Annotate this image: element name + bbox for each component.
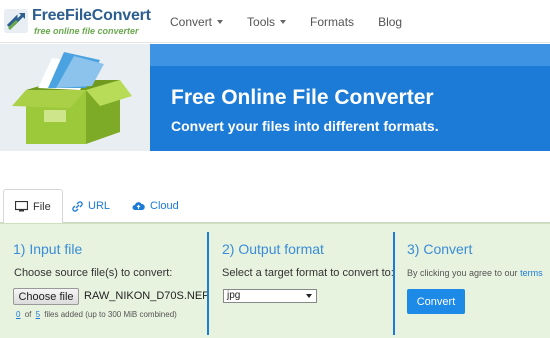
brand-name: FreeFileConvert	[32, 7, 151, 24]
tab-file[interactable]: File	[3, 189, 63, 224]
choose-file-button[interactable]: Choose file	[13, 288, 79, 305]
hero-band	[140, 44, 550, 66]
hero-subtitle: Convert your files into different format…	[171, 118, 439, 134]
link-icon	[72, 200, 83, 212]
nav-tools[interactable]: Tools	[247, 14, 287, 29]
nav-convert-label: Convert	[170, 14, 213, 29]
step-convert: 3) Convert By clicking you agree to our …	[393, 232, 550, 335]
agree-text: By clicking you agree to our	[407, 268, 518, 278]
logo-arrows-icon	[4, 9, 28, 33]
nav-tools-label: Tools	[247, 14, 276, 29]
step1-instruction: Choose source file(s) to convert:	[14, 267, 173, 279]
step-input-file: 1) Input file Choose source file(s) to c…	[0, 224, 209, 338]
convert-panel: 1) Input file Choose source file(s) to c…	[0, 223, 550, 338]
files-added-counter: 0 of 5 files added (up to 300 MiB combin…	[14, 310, 177, 319]
selected-format: jpg	[227, 290, 241, 301]
nav-formats-label: Formats	[310, 14, 355, 29]
caret-down-icon	[217, 19, 224, 24]
terms-agreement: By clicking you agree to our terms	[407, 268, 543, 278]
nav-blog-label: Blog	[378, 14, 403, 29]
file-box-illustration	[12, 52, 132, 144]
step3-title: 3) Convert	[407, 241, 473, 257]
hero-title: Free Online File Converter	[171, 86, 434, 109]
terms-link[interactable]: terms	[520, 268, 543, 278]
nav-blog[interactable]: Blog	[378, 15, 402, 29]
step-output-format: 2) Output format Select a target format …	[207, 232, 394, 335]
tab-url-label: URL	[88, 200, 111, 212]
tab-url[interactable]: URL	[72, 189, 110, 223]
brand-tagline: free online file converter	[34, 26, 139, 36]
site-logo[interactable]: FreeFileConvert free online file convert…	[3, 4, 151, 38]
files-max-count: 5	[35, 310, 41, 319]
output-format-select[interactable]: jpg	[223, 289, 317, 303]
of-text: of	[24, 310, 32, 319]
tab-file-label: File	[33, 200, 51, 213]
monitor-icon	[15, 201, 28, 212]
tab-cloud[interactable]: Cloud	[132, 189, 179, 223]
tab-cloud-label: Cloud	[150, 200, 179, 212]
convert-button[interactable]: Convert	[407, 289, 465, 314]
select-arrow-icon	[306, 294, 312, 298]
source-tabs: File URL Cloud	[0, 189, 550, 224]
nav-formats[interactable]: Formats	[310, 15, 354, 29]
step2-title: 2) Output format	[222, 241, 324, 257]
cloud-upload-icon	[132, 201, 145, 210]
files-added-text: files added (up to 300 MiB combined)	[44, 310, 177, 319]
caret-down-icon	[280, 19, 287, 24]
files-added-count: 0	[16, 310, 21, 319]
hero-banner: Free Online File Converter Convert your …	[0, 44, 550, 151]
step2-instruction: Select a target format to convert to:	[222, 267, 394, 279]
top-navbar: FreeFileConvert free online file convert…	[0, 0, 550, 43]
selected-filename: RAW_NIKON_D70S.NEF	[84, 290, 209, 302]
nav-convert[interactable]: Convert	[170, 14, 224, 29]
main-nav: Convert Tools Formats Blog	[170, 0, 426, 43]
step1-title: 1) Input file	[13, 241, 83, 257]
